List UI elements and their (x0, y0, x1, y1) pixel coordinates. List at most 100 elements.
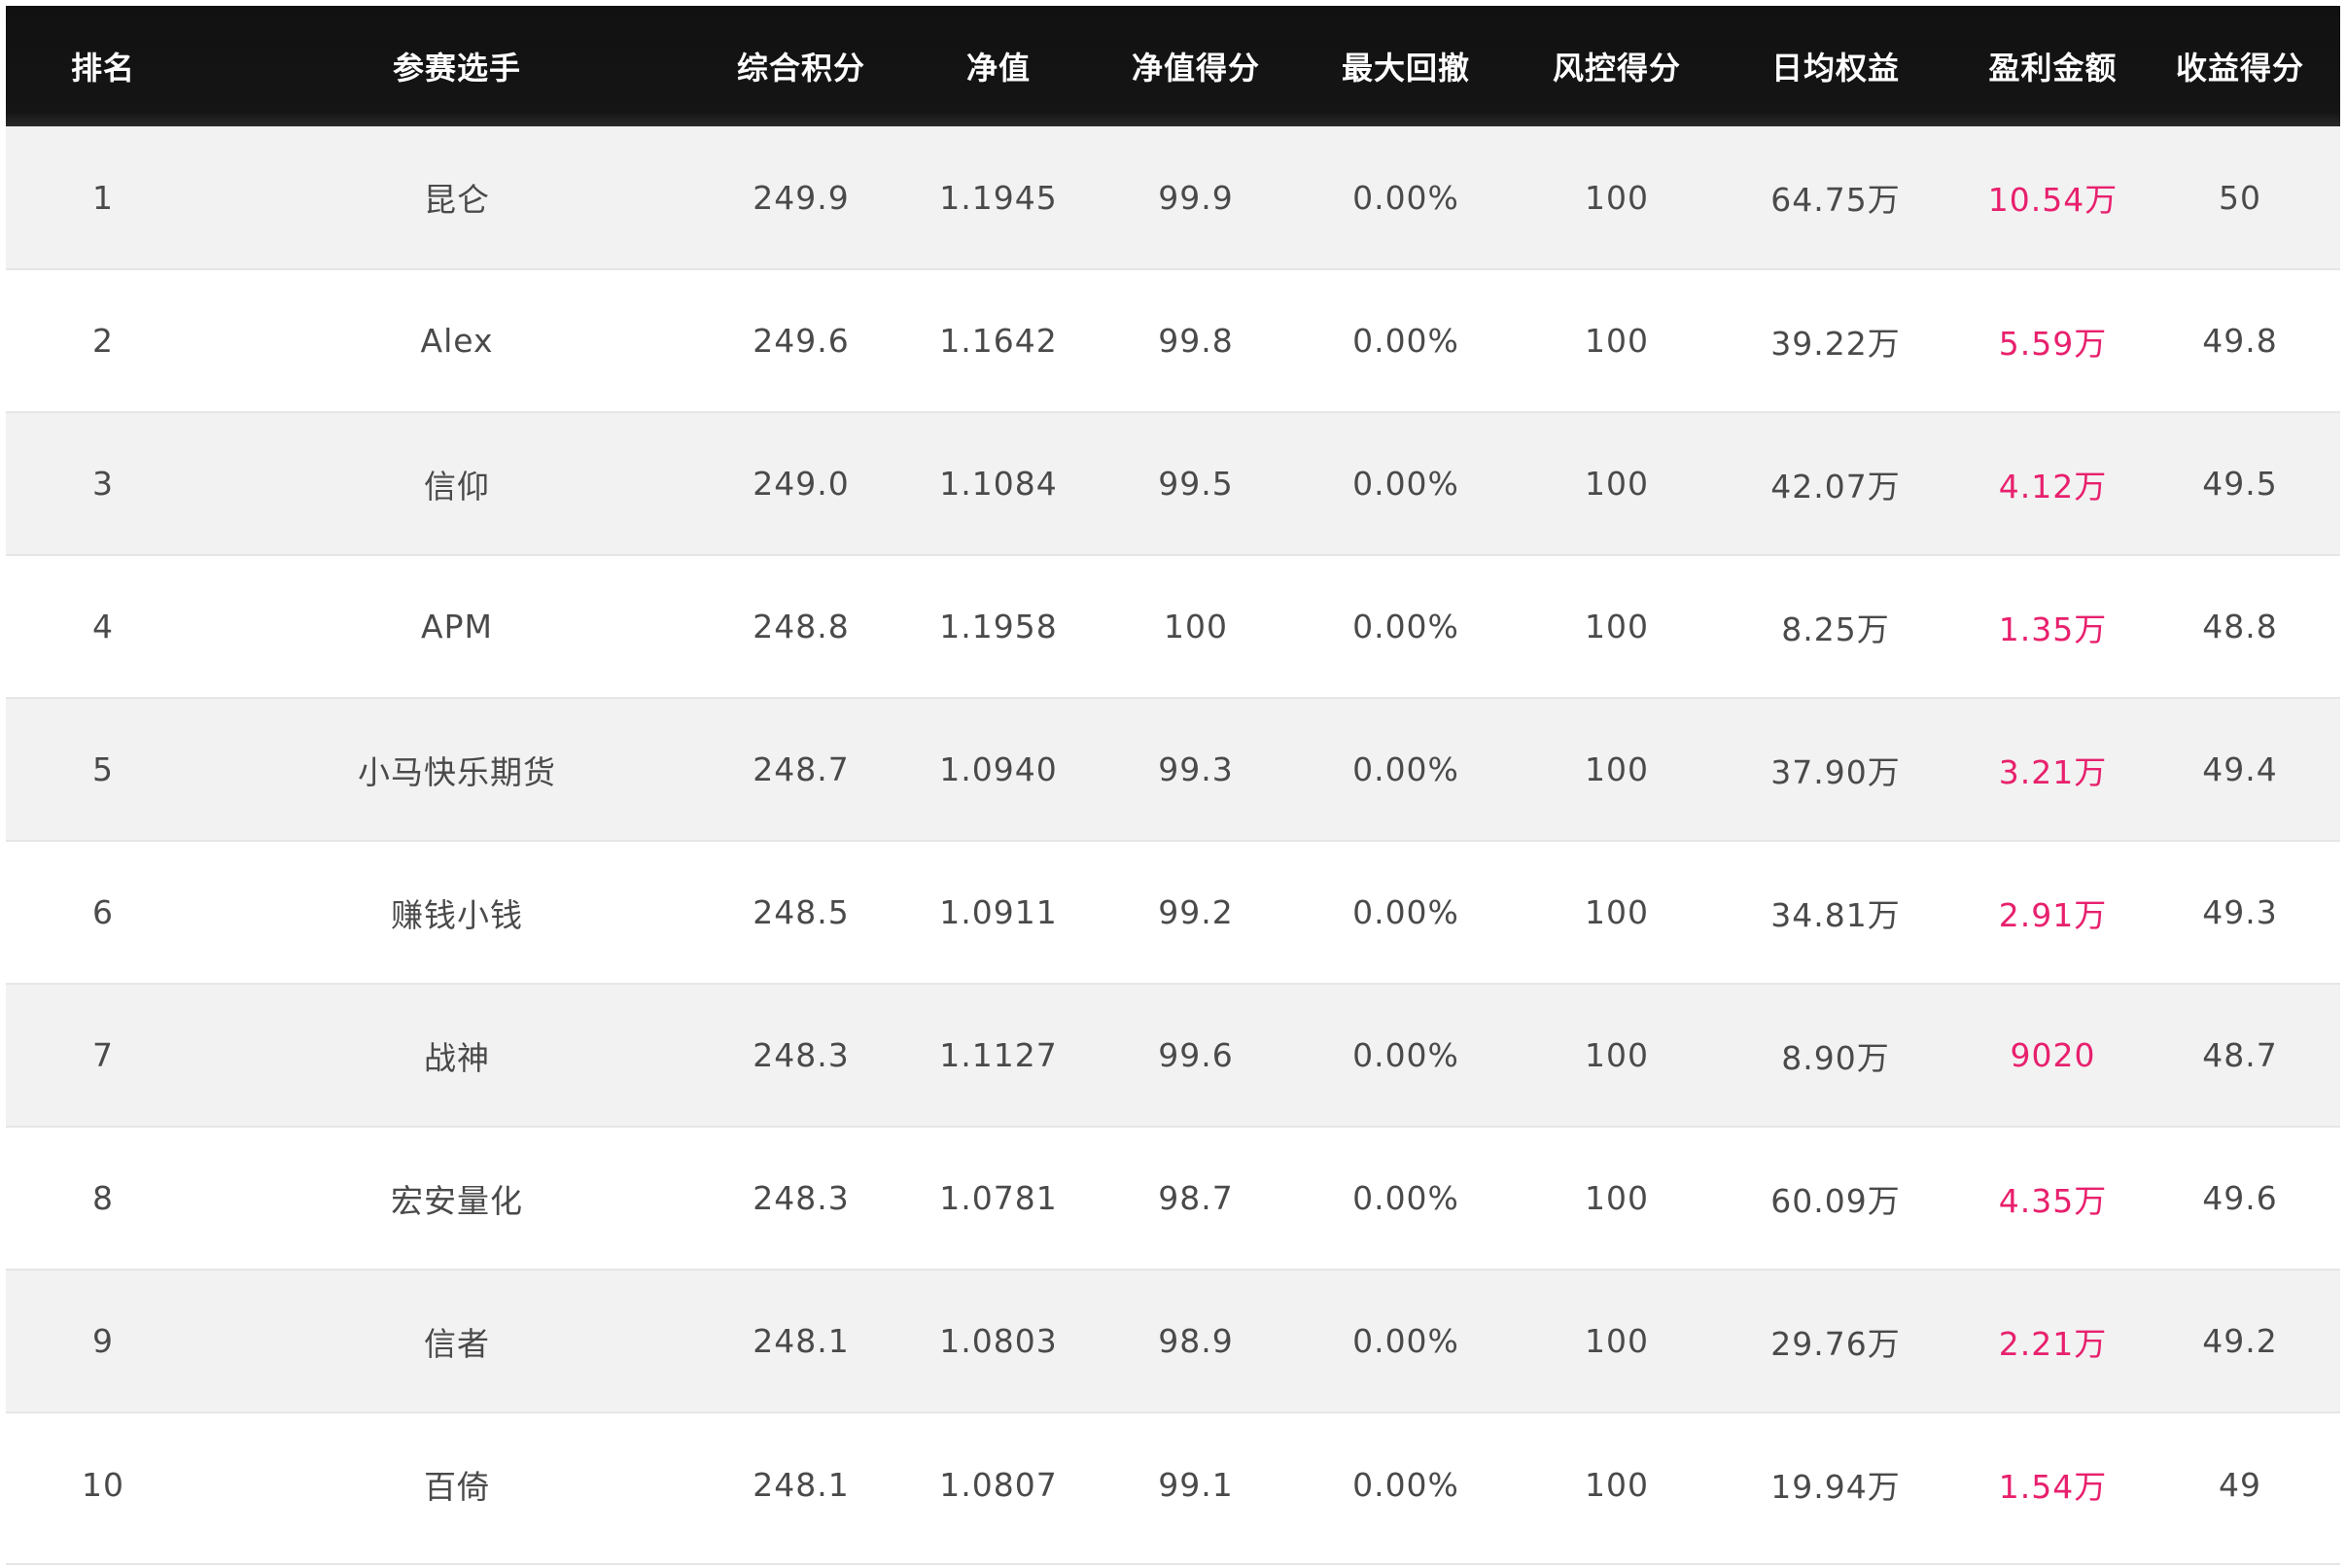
avg-daily-equity-cell: 37.90万 (1705, 697, 1966, 841)
net-value-cell: 1.1127 (889, 983, 1108, 1127)
max-drawdown-cell: 0.00% (1283, 840, 1528, 984)
profit-amount-cell: 2.21万 (1966, 1269, 2140, 1412)
risk-score-cell: 100 (1528, 983, 1705, 1127)
risk-score-cell: 100 (1528, 554, 1705, 698)
max-drawdown-cell: 0.00% (1283, 268, 1528, 412)
table-row[interactable]: 6 赚钱小钱 248.5 1.0911 99.2 0.00% 100 34.81万 2.91万 4… (6, 840, 2340, 984)
return-score-cell: 49.4 (2140, 697, 2340, 841)
net-value-score-cell: 99.6 (1108, 983, 1283, 1127)
contestant-cell: 宏安量化 (200, 1126, 714, 1270)
net-value-score-cell: 99.9 (1158, 178, 1234, 217)
net-value-cell: 1.1945 (939, 178, 1058, 217)
net-value-cell: 1.1084 (889, 411, 1108, 555)
total-score-cell: 249.0 (714, 411, 889, 555)
rank-cell: 7 (6, 983, 200, 1127)
net-value-score-cell: 99.8 (1108, 268, 1283, 412)
profit-amount-cell: 3.21万 (1966, 697, 2140, 841)
table-row[interactable]: 2 Alex 249.6 1.1642 99.8 0.00% 100 39.22万 5.59万 4… (6, 268, 2340, 412)
net-value-cell: 1.0911 (889, 840, 1108, 984)
header-avg-daily-equity[interactable]: 日均权益 (1705, 6, 1966, 126)
table-row[interactable]: 8 宏安量化 248.3 1.0781 98.7 0.00% 100 60.09万 4.35万 4… (6, 1126, 2340, 1270)
total-score-cell: 248.5 (714, 840, 889, 984)
return-score-cell: 49.2 (2140, 1269, 2340, 1412)
rank-cell: 4 (6, 554, 200, 698)
net-value-cell: 1.0940 (889, 697, 1108, 841)
net-value-cell: 1.1958 (889, 554, 1108, 698)
contestant-cell: 信者 (200, 1269, 714, 1412)
return-score-cell: 48.8 (2140, 554, 2340, 698)
profit-amount-cell: 1.35万 (1966, 554, 2140, 698)
contestant-cell: 小马快乐期货 (200, 697, 714, 841)
risk-score-cell: 100 (1528, 268, 1705, 412)
contestant-cell: APM (200, 554, 714, 698)
profit-amount-cell: 9020 (1966, 983, 2140, 1127)
risk-score-cell: 100 (1528, 411, 1705, 555)
table-row[interactable]: 3 信仰 249.0 1.1084 99.5 0.00% 100 42.07万 4.12万 49.… (6, 411, 2340, 555)
avg-daily-equity-cell: 8.25万 (1705, 554, 1966, 698)
risk-score-cell: 100 (1528, 840, 1705, 984)
header-contestant[interactable]: 参赛选手 (200, 6, 714, 126)
header-total-score[interactable]: 综合积分 (714, 6, 889, 126)
total-score-cell: 249.9 (753, 178, 850, 217)
max-drawdown-cell: 0.00% (1283, 983, 1528, 1127)
profit-amount-cell: 5.59万 (1966, 268, 2140, 412)
header-risk-score[interactable]: 风控得分 (1528, 6, 1705, 126)
net-value-cell: 1.1642 (889, 268, 1108, 412)
rank-cell: 3 (6, 411, 200, 555)
table-header-row: 排名 参赛选手 综合积分 净值 净值得分 最大回撤 风控得分 日均权益 盈利金额… (6, 6, 2340, 126)
net-value-cell: 1.0803 (889, 1269, 1108, 1412)
ranking-table: 排名 参赛选手 综合积分 净值 净值得分 最大回撤 风控得分 日均权益 盈利金额… (6, 6, 2340, 1555)
header-net-value-score[interactable]: 净值得分 (1108, 6, 1283, 126)
total-score-cell: 249.6 (714, 268, 889, 412)
total-score-cell: 248.8 (714, 554, 889, 698)
return-score-cell: 50 (2219, 178, 2261, 217)
max-drawdown-cell: 0.00% (1352, 178, 1459, 217)
avg-daily-equity-cell: 19.94万 (1705, 1411, 1966, 1555)
return-score-cell: 49.5 (2140, 411, 2340, 555)
max-drawdown-cell: 0.00% (1283, 1269, 1528, 1412)
header-return-score[interactable]: 收益得分 (2140, 6, 2340, 126)
avg-daily-equity-cell: 34.81万 (1705, 840, 1966, 984)
total-score-cell: 248.3 (714, 983, 889, 1127)
return-score-cell: 49.3 (2140, 840, 2340, 984)
profit-amount-cell: 1.54万 (1966, 1411, 2140, 1555)
header-profit-amount[interactable]: 盈利金额 (1966, 6, 2140, 126)
risk-score-cell: 100 (1528, 1269, 1705, 1412)
table-body: 1 昆仑 249.9 1.1945 99.9 0.00% 100 64.75万 10.54万 50… (6, 126, 2340, 1555)
net-value-score-cell: 99.3 (1108, 697, 1283, 841)
header-net-value[interactable]: 净值 (889, 6, 1108, 126)
return-score-cell: 49.6 (2140, 1126, 2340, 1270)
rank-cell: 1 (92, 178, 114, 217)
net-value-score-cell: 99.2 (1108, 840, 1283, 984)
total-score-cell: 248.3 (714, 1126, 889, 1270)
return-score-cell: 49 (2140, 1411, 2340, 1555)
risk-score-cell: 100 (1528, 1411, 1705, 1555)
table-row[interactable]: 10 百倚 248.1 1.0807 99.1 0.00% 100 19.94万 1.54万 49 (6, 1411, 2340, 1555)
table-row[interactable]: 9 信者 248.1 1.0803 98.9 0.00% 100 29.76万 2.21万 49.… (6, 1269, 2340, 1412)
profit-amount-cell: 2.91万 (1966, 840, 2140, 984)
risk-score-cell: 100 (1585, 178, 1649, 217)
header-max-drawdown[interactable]: 最大回撤 (1283, 6, 1528, 126)
table-row[interactable]: 7 战神 248.3 1.1127 99.6 0.00% 100 8.90万 9020 48.7 (6, 983, 2340, 1127)
total-score-cell: 248.1 (714, 1411, 889, 1555)
profit-amount-cell: 4.12万 (1966, 411, 2140, 555)
table-row[interactable]: 1 昆仑 249.9 1.1945 99.9 0.00% 100 64.75万 10.54万 50 (6, 126, 2340, 269)
rank-cell: 6 (6, 840, 200, 984)
header-rank[interactable]: 排名 (6, 6, 200, 126)
net-value-cell: 1.0807 (889, 1411, 1108, 1555)
contestant-cell: 战神 (200, 983, 714, 1127)
max-drawdown-cell: 0.00% (1283, 697, 1528, 841)
table-row[interactable]: 5 小马快乐期货 248.7 1.0940 99.3 0.00% 100 37.90万 3.21… (6, 697, 2340, 841)
rank-cell: 2 (6, 268, 200, 412)
avg-daily-equity-cell: 60.09万 (1705, 1126, 1966, 1270)
net-value-score-cell: 98.7 (1108, 1126, 1283, 1270)
max-drawdown-cell: 0.00% (1283, 1126, 1528, 1270)
risk-score-cell: 100 (1528, 697, 1705, 841)
avg-daily-equity-cell: 8.90万 (1705, 983, 1966, 1127)
max-drawdown-cell: 0.00% (1283, 554, 1528, 698)
profit-amount-cell: 4.35万 (1966, 1126, 2140, 1270)
total-score-cell: 248.7 (714, 697, 889, 841)
max-drawdown-cell: 0.00% (1283, 411, 1528, 555)
net-value-score-cell: 99.5 (1108, 411, 1283, 555)
table-row[interactable]: 4 APM 248.8 1.1958 100 0.00% 100 8.25万 1.35万 48.8 (6, 554, 2340, 698)
